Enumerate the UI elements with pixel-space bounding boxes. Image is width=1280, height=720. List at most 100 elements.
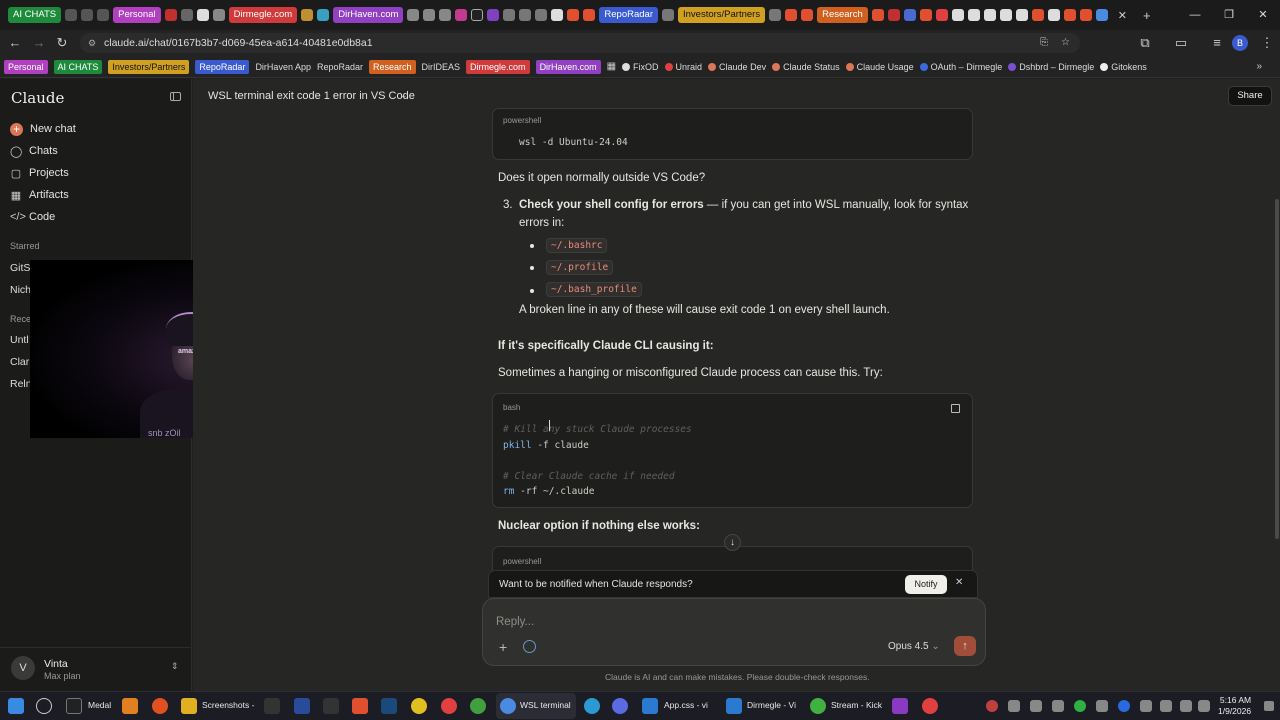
- tab-favicon[interactable]: [1031, 9, 1044, 21]
- chat-title[interactable]: WSL terminal exit code 1 error in VS Cod…: [208, 90, 415, 102]
- back-icon[interactable]: ←: [6, 34, 24, 52]
- tab-group-personal[interactable]: Personal: [113, 7, 161, 23]
- app-icon[interactable]: [122, 698, 138, 714]
- vscode-icon[interactable]: [642, 698, 658, 714]
- windows-start-icon[interactable]: [8, 698, 24, 714]
- address-bar[interactable]: ⚙ claude.ai/chat/0167b3b7-d069-45ea-a614…: [80, 33, 1080, 53]
- chrome-icon[interactable]: [411, 698, 427, 714]
- telegram-icon[interactable]: [584, 698, 600, 714]
- taskbar-label[interactable]: App.css - vi: [664, 700, 708, 710]
- chrome-icon[interactable]: [810, 698, 826, 714]
- tray-icon[interactable]: [1074, 700, 1086, 712]
- taskbar-clock[interactable]: 5:16 AM 1/9/2026: [1218, 695, 1251, 717]
- bookmark-research[interactable]: Research: [369, 59, 416, 74]
- tab-favicon[interactable]: [583, 9, 596, 21]
- user-profile-button[interactable]: V Vinta Max plan ⇕: [0, 647, 192, 691]
- reload-icon[interactable]: ↻: [53, 34, 71, 52]
- taskbar-label[interactable]: WSL terminal: [520, 700, 571, 710]
- tab-favicon[interactable]: [551, 9, 564, 21]
- tab-favicon[interactable]: [1015, 9, 1028, 21]
- install-app-icon[interactable]: ⎘: [1040, 33, 1048, 53]
- tab-favicon[interactable]: [1063, 9, 1076, 21]
- taskbar-label[interactable]: Stream - Kick: [831, 700, 882, 710]
- reply-input[interactable]: [496, 614, 896, 630]
- folder-icon[interactable]: [181, 698, 197, 714]
- bookmark-reporadar[interactable]: RepoRadar: [317, 62, 363, 72]
- taskbar-label[interactable]: Screenshots -: [202, 700, 254, 710]
- steam-icon[interactable]: [381, 698, 397, 714]
- chevron-down-icon[interactable]: ⌄: [400, 90, 408, 101]
- volume-icon[interactable]: [1198, 700, 1210, 712]
- bookmark-dirhaven[interactable]: DirHaven.com: [535, 59, 601, 74]
- tray-icon[interactable]: [1096, 700, 1108, 712]
- chrome-icon[interactable]: [470, 698, 486, 714]
- mic-icon[interactable]: [1160, 700, 1172, 712]
- close-tab-icon[interactable]: ✕: [1118, 9, 1127, 22]
- bookmark-star-icon[interactable]: ☆: [1061, 33, 1070, 53]
- sidebar-item-code[interactable]: </> Code: [10, 208, 55, 226]
- tray-icon[interactable]: [1008, 700, 1020, 712]
- bookmark-dirmegle[interactable]: Dirmegle.com: [466, 59, 530, 74]
- tab-favicon[interactable]: [487, 9, 500, 21]
- tab-favicon[interactable]: [785, 9, 798, 21]
- tab-favicon[interactable]: [535, 9, 548, 21]
- tab-favicon[interactable]: [801, 9, 814, 21]
- sidebar-item-artifacts[interactable]: ▦ Artifacts: [10, 186, 69, 204]
- sidebar-item-projects[interactable]: ▢ Projects: [10, 164, 69, 182]
- minimize-icon[interactable]: —: [1178, 0, 1212, 30]
- terminal-icon[interactable]: [264, 698, 280, 714]
- bookmark-claude-status[interactable]: Claude Status: [772, 62, 840, 72]
- tab-favicon[interactable]: [65, 9, 78, 21]
- send-button[interactable]: ↑: [954, 636, 976, 656]
- bookmark-claude-dev[interactable]: Claude Dev: [708, 62, 766, 72]
- menu-icon[interactable]: ⋮: [1258, 34, 1276, 52]
- app-icon[interactable]: [892, 698, 908, 714]
- sidebar-toggle-icon[interactable]: [170, 92, 181, 101]
- scroll-to-bottom-button[interactable]: ↓: [724, 534, 741, 551]
- extensions-icon[interactable]: ⧉: [1136, 34, 1154, 52]
- bookmark-folder-investors[interactable]: Investors/Partners: [108, 59, 190, 74]
- tab-favicon[interactable]: [919, 9, 932, 21]
- copy-icon[interactable]: [951, 404, 960, 413]
- starred-chat-item[interactable]: GitS: [10, 262, 30, 274]
- recent-chat-item[interactable]: Untl: [10, 334, 29, 346]
- firefox-icon[interactable]: [152, 698, 168, 714]
- tab-favicon[interactable]: [407, 9, 420, 21]
- taskbar-label[interactable]: Medal: [88, 700, 111, 710]
- tab-group-investors[interactable]: Investors/Partners: [678, 7, 766, 23]
- tab-favicon[interactable]: [455, 9, 468, 21]
- notification-icon[interactable]: [1264, 701, 1274, 711]
- bookmark-dirideas[interactable]: DirIDEAS: [422, 62, 461, 72]
- bookmark-claude-usage[interactable]: Claude Usage: [845, 62, 914, 72]
- tab-favicon-active[interactable]: [1095, 9, 1108, 21]
- tab-favicon[interactable]: [97, 9, 110, 21]
- tab-favicon[interactable]: [301, 9, 314, 21]
- tab-favicon[interactable]: [769, 9, 782, 21]
- profile-avatar[interactable]: B: [1232, 35, 1248, 51]
- discord-icon[interactable]: [612, 698, 628, 714]
- model-selector[interactable]: Opus 4.5 ⌄: [888, 641, 940, 652]
- network-icon[interactable]: [1180, 700, 1192, 712]
- tools-clock-icon[interactable]: [523, 640, 536, 653]
- taskbar-label[interactable]: Dirmegle - Vi: [747, 700, 796, 710]
- tab-favicon[interactable]: [212, 9, 225, 21]
- media-icon[interactable]: ≡: [1208, 34, 1226, 52]
- tab-favicon[interactable]: [471, 9, 484, 21]
- new-chat-button[interactable]: + New chat: [10, 120, 76, 138]
- tab-favicon[interactable]: [164, 9, 177, 21]
- tray-icon[interactable]: [1030, 700, 1042, 712]
- chrome-icon[interactable]: [922, 698, 938, 714]
- tab-favicon[interactable]: [887, 9, 900, 21]
- tab-favicon[interactable]: [662, 9, 674, 21]
- claude-logo[interactable]: Claude: [11, 89, 64, 107]
- bookmark-dirhaven-app[interactable]: DirHaven App: [255, 62, 311, 72]
- recent-chat-item[interactable]: Clar: [10, 356, 29, 368]
- close-window-icon[interactable]: ✕: [1246, 0, 1280, 30]
- tab-group-dirhaven[interactable]: DirHaven.com: [333, 7, 404, 23]
- new-tab-icon[interactable]: +: [1143, 8, 1151, 23]
- site-info-icon[interactable]: ⚙: [88, 33, 96, 53]
- app-icon[interactable]: [294, 698, 310, 714]
- tray-icon[interactable]: [1052, 700, 1064, 712]
- tab-group-dirmegle[interactable]: Dirmegle.com: [228, 7, 298, 23]
- tab-favicon[interactable]: [871, 9, 884, 21]
